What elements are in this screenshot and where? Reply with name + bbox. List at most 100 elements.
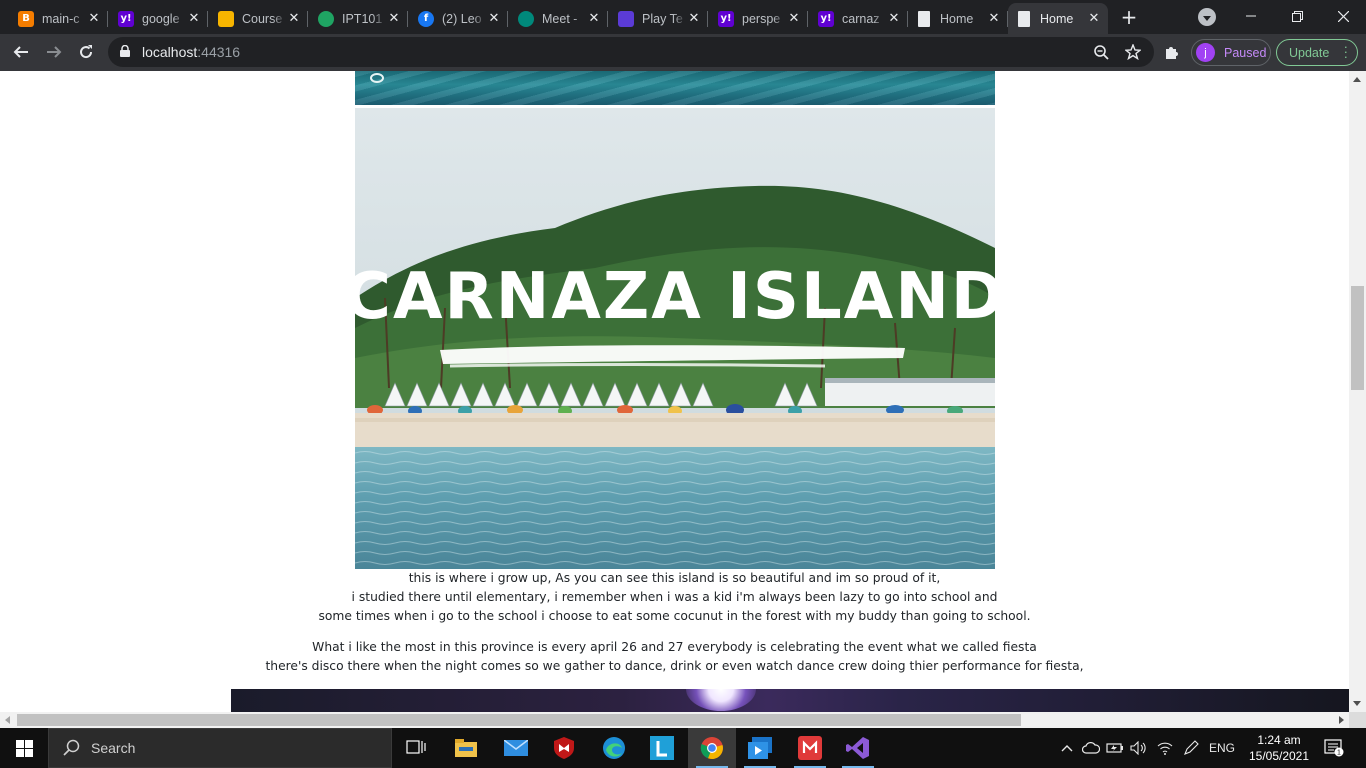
back-button[interactable]: [9, 40, 33, 64]
start-button[interactable]: [0, 728, 48, 768]
close-tab-icon[interactable]: ✕: [986, 11, 1002, 27]
top-image: [355, 71, 995, 105]
scroll-up-arrow-icon[interactable]: [1353, 77, 1361, 82]
back-arrow-icon: [13, 46, 28, 58]
close-window-button[interactable]: [1320, 0, 1366, 32]
notification-icon: 1: [1324, 739, 1344, 757]
address-bar[interactable]: localhost:44316: [108, 37, 1154, 67]
minimize-button[interactable]: [1228, 0, 1274, 32]
island-nomad-logo: [361, 73, 393, 101]
close-tab-icon[interactable]: ✕: [386, 11, 402, 27]
chrome-app[interactable]: [688, 728, 736, 768]
paragraph-line: some times when i go to the school i cho…: [318, 609, 1031, 623]
browser-tab[interactable]: Home ✕: [1008, 3, 1108, 34]
browser-tab[interactable]: Home ✕: [908, 3, 1008, 34]
yahoo-icon: y!: [818, 10, 834, 27]
close-tab-icon[interactable]: ✕: [1086, 11, 1102, 27]
video-editor-app[interactable]: [786, 728, 834, 768]
browser-toolbar: localhost:44316 j Paused Update · · ·: [0, 34, 1366, 71]
lock-icon: [120, 45, 130, 57]
browser-tab[interactable]: Bmain-c ✕: [8, 3, 108, 34]
cloud-icon: [1082, 742, 1100, 754]
restore-button[interactable]: [1274, 0, 1320, 32]
task-view-button[interactable]: [392, 728, 440, 768]
intro-paragraph: this is where i grow up, As you can see …: [0, 569, 1349, 626]
update-button[interactable]: Update · · ·: [1276, 39, 1358, 66]
pen-workspace-button[interactable]: [1180, 728, 1202, 768]
close-tab-icon[interactable]: ✕: [686, 11, 702, 27]
l-app[interactable]: [638, 728, 686, 768]
language-indicator[interactable]: ENG: [1206, 728, 1238, 768]
close-icon: [1337, 10, 1349, 22]
fiesta-image: [231, 689, 1349, 712]
system-clock[interactable]: 1:24 am 15/05/2021: [1240, 732, 1318, 764]
extensions-button[interactable]: [1160, 40, 1184, 64]
visual-studio-app[interactable]: [834, 728, 882, 768]
zoom-icon[interactable]: [1094, 45, 1109, 60]
vertical-scrollbar[interactable]: [1349, 71, 1366, 712]
close-tab-icon[interactable]: ✕: [286, 11, 302, 27]
close-tab-icon[interactable]: ✕: [786, 11, 802, 27]
tab-title: perspe: [742, 11, 781, 26]
wifi-icon: [1157, 742, 1173, 755]
browser-tab[interactable]: Course ✕: [208, 3, 308, 34]
tab-title: Meet -: [542, 11, 578, 26]
chrome-icon: [700, 737, 723, 760]
browser-tab[interactable]: IPT101 ✕: [308, 3, 408, 34]
close-tab-icon[interactable]: ✕: [486, 11, 502, 27]
blogger-icon: B: [18, 10, 34, 27]
tab-title: Home: [1040, 11, 1074, 26]
browser-tab[interactable]: f (2) Leo ✕: [408, 3, 508, 34]
profile-paused-button[interactable]: j Paused: [1191, 39, 1271, 66]
mail-app[interactable]: [492, 728, 540, 768]
tab-title: (2) Leo: [442, 11, 482, 26]
paragraph-line: What i like the most in this province is…: [312, 640, 1037, 654]
l-app-icon: [650, 736, 674, 760]
browser-tab[interactable]: Play Te ✕: [608, 3, 708, 34]
action-center-button[interactable]: 1: [1320, 728, 1348, 768]
scroll-down-arrow-icon[interactable]: [1353, 701, 1361, 706]
reload-button[interactable]: [74, 40, 98, 64]
media-player-app[interactable]: [736, 728, 784, 768]
volume-button[interactable]: [1128, 728, 1150, 768]
bookmark-star-icon[interactable]: [1125, 44, 1141, 60]
edge-app[interactable]: [590, 728, 638, 768]
hero-title: CARNAZA ISLAND: [355, 260, 995, 334]
more-menu-icon[interactable]: · · ·: [1344, 40, 1348, 63]
scroll-right-arrow-icon[interactable]: [1339, 716, 1344, 724]
onedrive-button[interactable]: [1080, 728, 1102, 768]
wifi-button[interactable]: [1154, 728, 1176, 768]
puzzle-icon: [1166, 47, 1178, 59]
paragraph-line: there's disco there when the night comes…: [265, 659, 1084, 673]
visual-studio-icon: [846, 737, 869, 759]
close-tab-icon[interactable]: ✕: [886, 11, 902, 27]
close-tab-icon[interactable]: ✕: [586, 11, 602, 27]
mcafee-app[interactable]: [540, 728, 588, 768]
yahoo-icon: y!: [118, 10, 134, 27]
horizontal-scroll-thumb[interactable]: [17, 714, 1021, 726]
show-hidden-icons-button[interactable]: [1058, 728, 1076, 768]
scroll-left-arrow-icon[interactable]: [5, 716, 10, 724]
browser-tab[interactable]: Meet - ✕: [508, 3, 608, 34]
media-player-icon: [748, 737, 772, 759]
tab-search-button[interactable]: [1198, 8, 1216, 26]
battery-button[interactable]: [1104, 728, 1126, 768]
tab-title: Home: [940, 11, 974, 26]
vertical-scroll-thumb[interactable]: [1351, 286, 1364, 390]
browser-tab[interactable]: y! carnaz ✕: [808, 3, 908, 34]
close-tab-icon[interactable]: ✕: [186, 11, 202, 27]
forward-arrow-icon: [47, 46, 62, 58]
new-tab-button[interactable]: +: [1117, 5, 1141, 29]
file-explorer-app[interactable]: [442, 728, 490, 768]
clock-time: 1:24 am: [1257, 733, 1301, 747]
horizontal-scrollbar[interactable]: [0, 712, 1349, 728]
tab-title: Course: [242, 11, 283, 26]
yahoo-icon: y!: [718, 10, 734, 27]
taskbar-search-box[interactable]: Search: [48, 728, 392, 768]
forward-button[interactable]: [42, 40, 66, 64]
close-tab-icon[interactable]: ✕: [86, 11, 102, 27]
browser-tab[interactable]: y! google ✕: [108, 3, 208, 34]
facebook-icon: f: [418, 10, 434, 27]
task-view-icon: [406, 740, 426, 754]
browser-tab[interactable]: y! perspe ✕: [708, 3, 808, 34]
